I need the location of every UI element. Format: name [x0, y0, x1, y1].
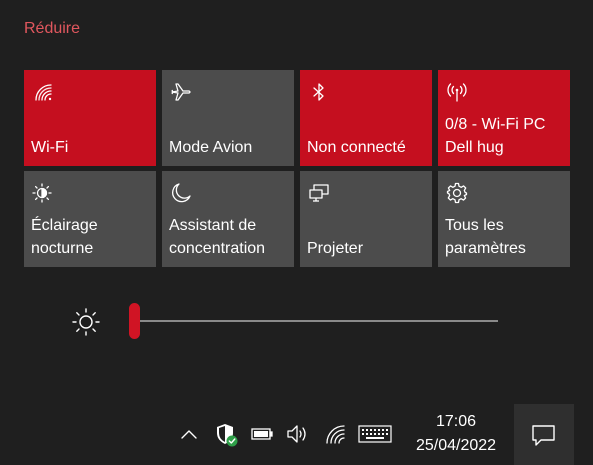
bluetooth-icon	[307, 80, 331, 104]
chevron-up-icon[interactable]	[178, 422, 200, 446]
tile-label: Wi-Fi	[31, 139, 69, 156]
gear-icon	[445, 181, 469, 205]
collapse-link[interactable]: Réduire	[24, 20, 80, 38]
action-center-panel: Réduire Wi-Fi Mode Avion Non connecté 0/…	[0, 0, 593, 465]
keyboard-icon[interactable]	[357, 422, 393, 446]
clock-time: 17:06	[435, 413, 477, 430]
security-shield-icon[interactable]	[214, 422, 240, 447]
tile-bluetooth[interactable]: Non connecté	[300, 70, 432, 166]
quick-actions-grid: Wi-Fi Mode Avion Non connecté 0/8 - Wi-F…	[24, 70, 570, 267]
tile-night-light[interactable]: Éclairage nocturne	[24, 171, 156, 267]
tile-focus-assist[interactable]: Assistant de concentration	[162, 171, 294, 267]
battery-icon[interactable]	[250, 422, 274, 446]
tile-label: Mode Avion	[169, 139, 253, 156]
night-light-icon	[31, 181, 55, 205]
notification-icon	[532, 425, 555, 446]
brightness-slider-thumb[interactable]	[128, 303, 140, 339]
brightness-slider[interactable]	[128, 303, 498, 339]
tile-label: Projeter	[307, 240, 364, 257]
tile-label: Tous les paramètres	[445, 217, 526, 257]
tile-all-settings[interactable]: Tous les paramètres	[438, 171, 570, 267]
airplane-icon	[169, 80, 193, 104]
tile-label: Non connecté	[307, 139, 406, 156]
brightness-control	[70, 300, 510, 340]
action-center-button[interactable]	[514, 404, 574, 465]
clock-date: 25/04/2022	[415, 437, 497, 454]
tile-label: 0/8 - Wi-Fi PC Dell hug	[445, 116, 546, 156]
moon-icon	[169, 181, 193, 205]
project-icon	[307, 181, 331, 205]
tile-mobile-hotspot[interactable]: 0/8 - Wi-Fi PC Dell hug	[438, 70, 570, 166]
wifi-icon	[31, 80, 55, 104]
taskbar: 17:06 25/04/2022	[0, 404, 593, 465]
tile-wifi[interactable]: Wi-Fi	[24, 70, 156, 166]
taskbar-clock[interactable]: 17:06 25/04/2022	[404, 410, 508, 458]
tile-project[interactable]: Projeter	[300, 171, 432, 267]
sun-icon	[70, 306, 102, 338]
volume-icon[interactable]	[285, 422, 309, 446]
hotspot-icon	[445, 80, 469, 104]
tile-label: Éclairage nocturne	[31, 217, 98, 257]
tile-label: Assistant de concentration	[169, 217, 266, 257]
tile-airplane-mode[interactable]: Mode Avion	[162, 70, 294, 166]
wifi-icon[interactable]	[323, 422, 347, 446]
